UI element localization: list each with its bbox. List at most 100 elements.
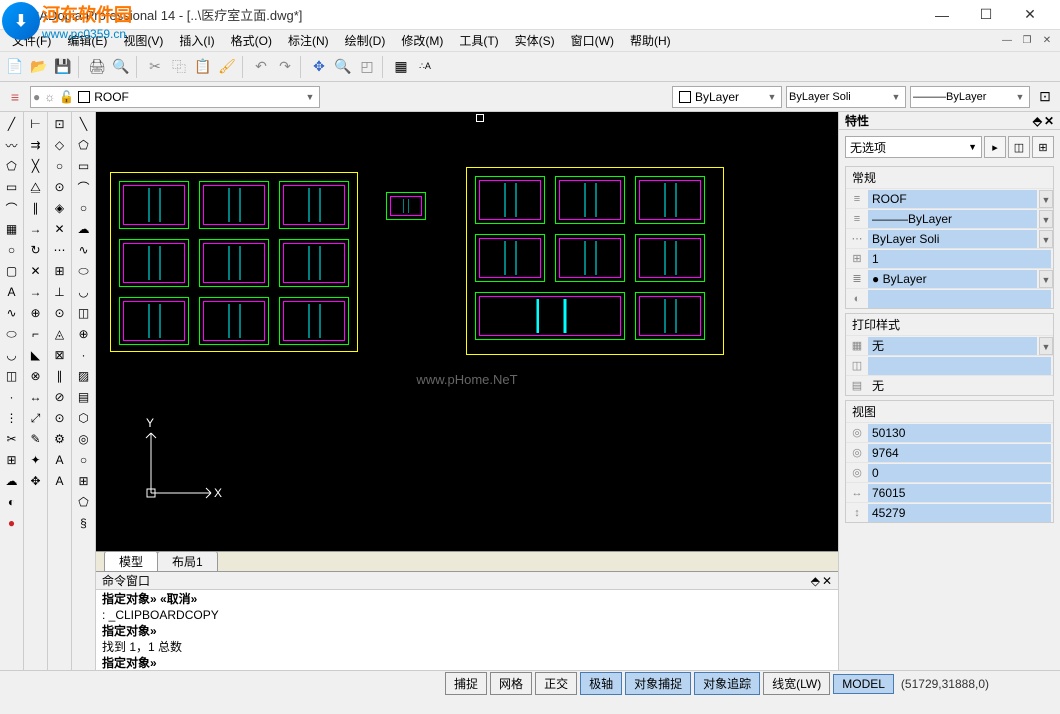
d2-ellipse-button[interactable]: ⬭ [74, 261, 94, 281]
drawing-canvas[interactable]: www.pHome.NeT X Y [96, 112, 838, 551]
mask-button[interactable]: ◐ [2, 492, 22, 512]
mirror-button[interactable]: ⧋ [26, 177, 46, 197]
spline-button[interactable]: ∿ [2, 303, 22, 323]
d2-circle-button[interactable]: ○ [74, 198, 94, 218]
d2-hatch-button[interactable]: ▨ [74, 366, 94, 386]
snap-from-button[interactable]: ⊙ [50, 408, 70, 428]
scale-button[interactable]: ⤢ [26, 408, 46, 428]
d2-spline-button[interactable]: ∿ [74, 240, 94, 260]
d2-cloud-button[interactable]: ☁ [74, 219, 94, 239]
snap-tan-button[interactable]: ⊙ [50, 303, 70, 323]
layer-manager-button[interactable]: ≡ [4, 86, 26, 108]
break-button[interactable]: ⊗ [26, 366, 46, 386]
parallel-button[interactable]: ∥ [26, 198, 46, 218]
pan-button[interactable]: ✥ [308, 56, 330, 78]
menu-modify[interactable]: 修改(M) [393, 30, 451, 51]
line-button[interactable]: ╱ [2, 114, 22, 134]
cloud-button[interactable]: ☁ [2, 471, 22, 491]
d2-poly-button[interactable]: ⬠ [74, 135, 94, 155]
save-button[interactable]: 💾 [52, 56, 74, 78]
polygon-button[interactable]: ⬠ [2, 156, 22, 176]
d2-poly3d-button[interactable]: ⬠ [74, 492, 94, 512]
color-dropdown[interactable]: ByLayer ▼ [672, 86, 782, 108]
circle-button[interactable]: ○ [2, 240, 22, 260]
layer-dropdown[interactable]: ● ☼ 🔓 ROOF ▼ [30, 86, 320, 108]
scissors-button[interactable]: ✂ [2, 429, 22, 449]
d2-region-button[interactable]: ⬡ [74, 408, 94, 428]
snap-app-button[interactable]: ⊠ [50, 345, 70, 365]
snap-mid-button[interactable]: ◇ [50, 135, 70, 155]
construct-button[interactable]: ⊕ [26, 303, 46, 323]
menu-dimension[interactable]: 标注(N) [280, 30, 337, 51]
menu-draw[interactable]: 绘制(D) [337, 30, 394, 51]
redo-button[interactable]: ↷ [274, 56, 296, 78]
snap-node-button[interactable]: ⊙ [50, 177, 70, 197]
offset-button[interactable]: ⇉ [26, 135, 46, 155]
cmd-pin-icon[interactable]: ⬘ [811, 574, 820, 588]
print-button[interactable]: 🖨 [86, 56, 108, 78]
region-button[interactable]: ▢ [2, 261, 22, 281]
d2-ring-button[interactable]: ○ [74, 450, 94, 470]
point-button[interactable]: · [2, 387, 22, 407]
props-action2-button[interactable]: ◫ [1008, 136, 1030, 158]
move-button[interactable]: ✥ [26, 471, 46, 491]
snap-quad-button[interactable]: ◈ [50, 198, 70, 218]
properties-button[interactable]: ▦ [390, 56, 412, 78]
props-pin-icon[interactable]: ⬘ [1033, 114, 1042, 128]
status-otrack[interactable]: 对象追踪 [694, 672, 760, 695]
d2-point-button[interactable]: · [74, 345, 94, 365]
d2-table-button[interactable]: ⊞ [74, 471, 94, 491]
d2-donut-button[interactable]: ◎ [74, 429, 94, 449]
smartline-button[interactable]: 〰 [2, 135, 22, 155]
block-button[interactable]: ◫ [2, 366, 22, 386]
zoom-window-button[interactable]: ◰ [356, 56, 378, 78]
tab-layout1[interactable]: 布局1 [157, 551, 218, 571]
options-button[interactable]: ∴A [414, 56, 436, 78]
props-action1-button[interactable]: ▸ [984, 136, 1006, 158]
divide-button[interactable]: ⋮ [2, 408, 22, 428]
command-text[interactable]: 指定对象» «取消» : _CLIPBOARDCOPY 指定对象» 找到 1，1… [96, 590, 838, 670]
xline-button[interactable]: ╳ [26, 156, 46, 176]
tab-model[interactable]: 模型 [104, 551, 158, 571]
status-snap[interactable]: 捕捉 [445, 672, 487, 695]
close-button[interactable]: ✕ [1008, 0, 1052, 30]
rotate-button[interactable]: ↻ [26, 240, 46, 260]
d2-earc-button[interactable]: ◡ [74, 282, 94, 302]
d2-line-button[interactable]: ╲ [74, 114, 94, 134]
print-preview-button[interactable]: 🔍 [110, 56, 132, 78]
snap-ext-button[interactable]: ⋯ [50, 240, 70, 260]
menu-insert[interactable]: 插入(I) [171, 30, 222, 51]
table-button[interactable]: ⊞ [2, 450, 22, 470]
trim-button[interactable]: ✕ [26, 261, 46, 281]
snap-mtext-button[interactable]: A [50, 471, 70, 491]
hatch-button[interactable]: ▦ [2, 219, 22, 239]
cmd-close-icon[interactable]: ✕ [822, 574, 832, 588]
status-model[interactable]: MODEL [833, 674, 894, 694]
open-button[interactable]: 📂 [28, 56, 50, 78]
menu-help[interactable]: 帮助(H) [622, 30, 679, 51]
d2-insert-button[interactable]: ⊕ [74, 324, 94, 344]
status-polar[interactable]: 极轴 [580, 672, 622, 695]
arc-button[interactable]: ⌒ [2, 198, 22, 218]
maximize-button[interactable]: ☐ [964, 0, 1008, 30]
minimize-button[interactable]: — [920, 0, 964, 30]
new-button[interactable]: 📄 [4, 56, 26, 78]
note-button[interactable]: A [2, 282, 22, 302]
menu-window[interactable]: 窗口(W) [563, 30, 622, 51]
selection-dropdown[interactable]: 无选项▼ [845, 136, 982, 158]
ellipse-button[interactable]: ⬭ [2, 324, 22, 344]
lineweight-settings-button[interactable]: ⊡ [1034, 86, 1056, 108]
menu-edit[interactable]: 编辑(E) [59, 30, 115, 51]
d2-rect-button[interactable]: ▭ [74, 156, 94, 176]
sphere-button[interactable]: ● [2, 513, 22, 533]
lineweight-dropdown[interactable]: ———ByLayer ▼ [910, 86, 1030, 108]
extend-button[interactable]: → [26, 282, 46, 302]
rectangle-button[interactable]: ▭ [2, 177, 22, 197]
mdi-close-icon[interactable]: ✕ [1038, 33, 1056, 49]
menu-file[interactable]: 文件(F) [4, 30, 59, 51]
snap-perp-button[interactable]: ⊥ [50, 282, 70, 302]
match-button[interactable]: 🖌 [216, 56, 238, 78]
continue-button[interactable]: → [26, 219, 46, 239]
stretch-button[interactable]: ↔ [26, 387, 46, 407]
undo-button[interactable]: ↶ [250, 56, 272, 78]
